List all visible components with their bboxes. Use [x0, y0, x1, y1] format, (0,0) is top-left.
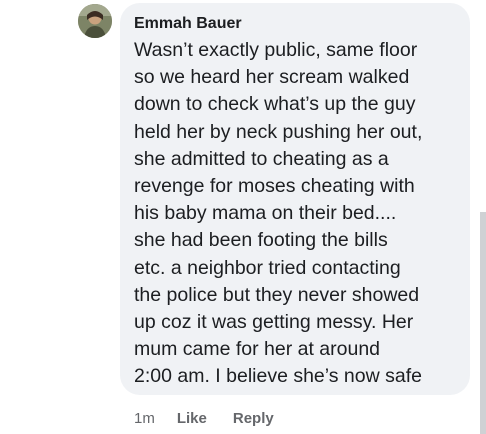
scrollbar[interactable]: [480, 212, 486, 434]
comment-line: his baby mama on their bed....: [134, 202, 397, 225]
like-button[interactable]: Like: [177, 410, 207, 427]
comment-line: the police but they never showed: [134, 283, 420, 306]
comment-line: 2:00 am. I believe she’s now safe: [134, 365, 422, 388]
comment-line: she had been footing the bills: [134, 229, 388, 252]
comment-line: she admitted to cheating as a: [134, 147, 389, 170]
comment-line: up coz it was getting messy. Her: [134, 311, 414, 334]
comment-actions: 1m Like Reply: [134, 406, 274, 430]
comment-line: revenge for moses cheating with: [134, 175, 415, 198]
comment-line: so we heard her scream walked: [134, 66, 410, 89]
avatar[interactable]: [78, 4, 112, 38]
comment-line: mum came for her at around: [134, 338, 381, 361]
avatar-photo: [78, 4, 112, 38]
comment-line: etc. a neighbor tried contacting: [134, 256, 401, 279]
comment-timestamp[interactable]: 1m: [134, 410, 155, 427]
comment-author[interactable]: Emmah Bauer: [134, 13, 460, 35]
reply-button[interactable]: Reply: [233, 410, 274, 427]
comment-line: down to check what’s up the guy: [134, 93, 416, 116]
comment-line: Wasn’t exactly public, same floor: [134, 39, 418, 61]
comment-text: Wasn’t exactly public, same floor so we …: [134, 37, 460, 391]
comment-bubble: Emmah Bauer Wasn’t exactly public, same …: [120, 3, 470, 395]
comment-line: held her by neck pushing her out,: [134, 120, 423, 143]
